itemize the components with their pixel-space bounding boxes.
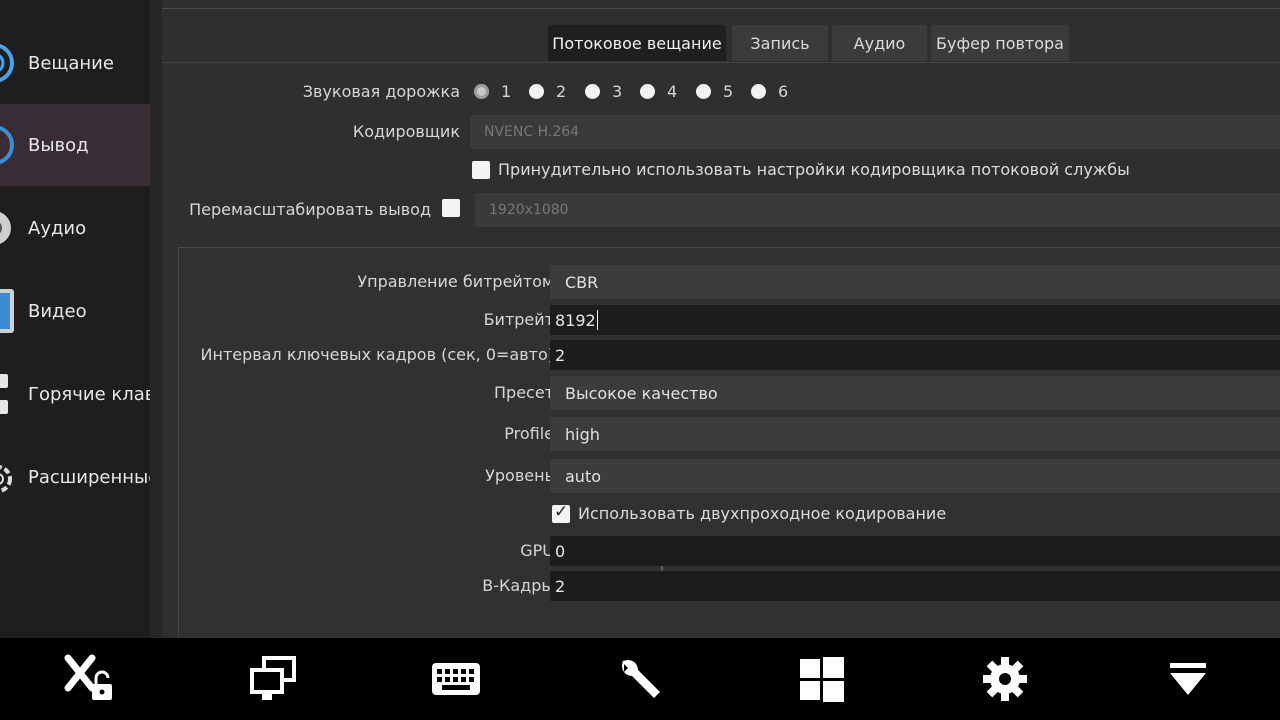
rescale-label: Перемасштабировать вывод xyxy=(189,200,431,219)
bitrate-input[interactable]: 8192 xyxy=(550,305,1280,335)
keyframe-interval-value: 2 xyxy=(555,345,566,365)
rate-control-label: Управление битрейтом xyxy=(357,272,554,291)
settings-button[interactable] xyxy=(960,638,1050,720)
tab-label: Аудио xyxy=(853,33,906,53)
tab-recording[interactable]: Запись xyxy=(732,25,828,61)
gpu-value: 0 xyxy=(555,541,566,561)
wrench-button[interactable] xyxy=(594,638,684,720)
gpu-label: GPU xyxy=(520,541,554,560)
bframes-value: 2 xyxy=(555,576,566,596)
output-icon xyxy=(0,125,14,165)
force-encoder-label: Принудительно использовать настройки код… xyxy=(498,160,1130,179)
tab-label: Буфер повтора xyxy=(936,33,1064,53)
gpu-input[interactable]: 0 xyxy=(550,536,1280,566)
sidebar-item-label: Горячие клавиши xyxy=(28,383,150,405)
rescale-resolution-select[interactable]: 1920x1080 xyxy=(475,193,1280,227)
bitrate-label: Битрейт xyxy=(483,310,554,329)
sidebar-item-output[interactable]: Вывод xyxy=(0,104,150,186)
audio-track-radio-4[interactable] xyxy=(640,84,655,99)
preset-value: Высокое качество xyxy=(565,383,718,403)
multi-monitor-icon xyxy=(250,656,296,700)
bottom-toolbar xyxy=(0,638,1280,720)
keyboard-icon xyxy=(432,663,480,695)
level-value: auto xyxy=(565,466,602,486)
tab-replay-buffer[interactable]: Буфер повтора xyxy=(931,25,1069,61)
tab-label: Запись xyxy=(750,33,810,53)
tab-frame-border xyxy=(162,62,1280,63)
sidebar-item-advanced[interactable]: Расширенные xyxy=(0,436,150,518)
audio-track-radio-6[interactable] xyxy=(751,84,766,99)
bitrate-value: 8192 xyxy=(555,310,596,330)
windows-icon xyxy=(800,657,844,702)
profile-label: Profile xyxy=(504,424,554,443)
wrench-icon xyxy=(622,660,660,698)
tab-streaming[interactable]: Потоковое вещание xyxy=(548,25,726,61)
sidebar-item-hotkeys[interactable]: Горячие клавиши xyxy=(0,353,150,435)
text-caret xyxy=(596,310,598,330)
audio-speaker-icon xyxy=(0,212,11,244)
audio-track-radio-3[interactable] xyxy=(585,84,600,99)
settings-sidebar: Вещание Вывод Аудио Видео Горячие клавиш… xyxy=(0,0,150,638)
rescale-value: 1920x1080 xyxy=(489,202,569,218)
windows-button[interactable] xyxy=(777,638,867,720)
encoder-select[interactable]: NVENC H.264 xyxy=(470,115,1280,149)
encoder-label: Кодировщик xyxy=(352,122,460,141)
bframes-label: B-Кадры xyxy=(482,576,554,595)
gear-icon xyxy=(983,657,1027,701)
sidebar-splitter xyxy=(150,0,162,638)
audio-track-radio-label: 2 xyxy=(556,82,567,101)
audio-track-radio-label: 4 xyxy=(667,82,678,101)
sidebar-item-label: Вывод xyxy=(28,134,89,156)
sidebar-item-label: Вещание xyxy=(28,52,114,74)
multi-monitor-button[interactable] xyxy=(228,638,318,720)
two-pass-label: Использовать двухпроходное кодирование xyxy=(578,504,947,523)
sidebar-item-video[interactable]: Видео xyxy=(0,270,150,352)
audio-track-radio-label: 1 xyxy=(501,82,512,101)
level-select[interactable]: auto xyxy=(550,459,1280,493)
force-encoder-checkbox[interactable] xyxy=(472,161,490,179)
rescale-checkbox[interactable] xyxy=(442,199,460,217)
audio-track-radio-label: 3 xyxy=(612,82,623,101)
keyboard-button[interactable] xyxy=(411,638,501,720)
profile-value: high xyxy=(565,424,600,444)
audio-track-radio-1[interactable] xyxy=(474,84,489,99)
broadcast-globe-icon xyxy=(0,43,14,83)
tab-audio[interactable]: Аудио xyxy=(832,25,927,61)
audio-track-radio-5[interactable] xyxy=(696,84,711,99)
dropdown-menu-button[interactable] xyxy=(1143,638,1233,720)
audio-track-radio-label: 6 xyxy=(778,82,789,101)
preset-select[interactable]: Высокое качество xyxy=(550,376,1280,410)
audio-track-label: Звуковая дорожка xyxy=(302,82,460,101)
sidebar-item-stream[interactable]: Вещание xyxy=(0,22,150,104)
unlock-tools-button[interactable] xyxy=(45,638,135,720)
sidebar-item-label: Расширенные xyxy=(28,466,150,488)
bframes-input[interactable]: 2 xyxy=(550,571,1280,601)
rate-control-value: CBR xyxy=(565,272,599,292)
keyframe-interval-label: Интервал ключевых кадров (сек, 0=авто) xyxy=(200,345,554,364)
hotkeys-icon xyxy=(0,374,8,414)
tab-label: Потоковое вещание xyxy=(552,33,722,53)
unlock-tools-icon xyxy=(64,654,112,700)
encoder-settings-group: Управление битрейтом CBR Битрейт 8192 Ин… xyxy=(178,247,1280,638)
sidebar-item-label: Видео xyxy=(28,300,87,322)
video-monitor-icon xyxy=(0,289,14,333)
rate-control-select[interactable]: CBR xyxy=(550,265,1280,299)
level-label: Уровень xyxy=(485,466,554,485)
gear-icon xyxy=(0,465,12,493)
audio-track-radio-label: 5 xyxy=(723,82,734,101)
sidebar-item-audio[interactable]: Аудио xyxy=(0,187,150,269)
output-settings-panel: Потоковое вещание Запись Аудио Буфер пов… xyxy=(162,0,1280,638)
two-pass-checkbox[interactable] xyxy=(552,502,570,523)
keyframe-interval-input[interactable]: 2 xyxy=(550,340,1280,370)
dropdown-menu-icon xyxy=(1170,663,1206,695)
divider xyxy=(162,8,1280,9)
profile-select[interactable]: high xyxy=(550,417,1280,451)
audio-track-radio-2[interactable] xyxy=(529,84,544,99)
encoder-value: NVENC H.264 xyxy=(484,124,580,140)
preset-label: Пресет xyxy=(494,383,554,402)
sidebar-item-label: Аудио xyxy=(28,217,87,239)
